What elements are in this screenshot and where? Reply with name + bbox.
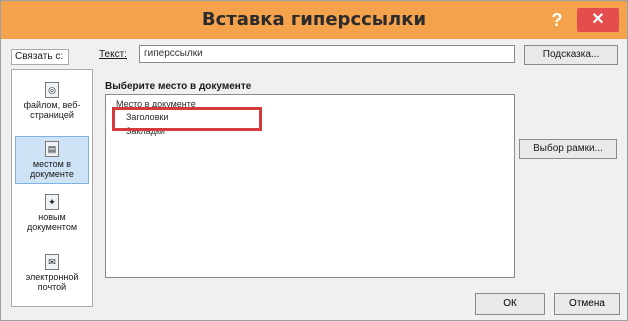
email-icon: ✉ [45, 254, 59, 270]
display-text-input[interactable]: гиперссылки [139, 45, 515, 63]
close-icon[interactable]: ✕ [577, 8, 619, 32]
insert-hyperlink-dialog: Вставка гиперссылки ? ✕ Связать с: Текст… [0, 0, 628, 321]
dialog-title: Вставка гиперссылки [201, 9, 427, 30]
sidebar-item-email[interactable]: ✉ электронной почтой [15, 254, 89, 292]
sidebar-item-label: документом [26, 222, 78, 232]
document-place-icon: ▤ [45, 141, 59, 157]
sidebar-item-label: местом в [32, 159, 72, 169]
highlight-annotation-box [112, 107, 262, 131]
question-mark-icon[interactable]: ? [543, 7, 571, 33]
place-in-document-label: Выберите место в документе [105, 81, 252, 92]
sidebar-item-new-document[interactable]: ✦ новым документом [15, 194, 89, 232]
text-label: Текст: [99, 49, 127, 60]
ok-button[interactable]: ОК [475, 293, 545, 315]
link-to-sidebar: ◎ файлом, веб- страницей ▤ местом в доку… [11, 69, 93, 307]
sidebar-item-label: почтой [37, 282, 67, 292]
screen-tip-button[interactable]: Подсказка... [524, 45, 618, 65]
link-to-label: Связать с: [11, 49, 69, 65]
sidebar-item-place-in-document[interactable]: ▤ местом в документе [15, 136, 89, 184]
sidebar-item-label: новым [38, 212, 66, 222]
sidebar-item-label: документе [30, 169, 74, 179]
sidebar-item-label: электронной [25, 272, 79, 282]
sidebar-item-label: файлом, веб- [23, 100, 81, 110]
sidebar-item-label: страницей [30, 110, 74, 120]
title-bar: Вставка гиперссылки ? ✕ [1, 1, 627, 39]
cancel-button[interactable]: Отмена [554, 293, 620, 315]
globe-file-icon: ◎ [45, 82, 59, 98]
target-frame-button[interactable]: Выбор рамки... [519, 139, 617, 159]
new-document-icon: ✦ [45, 194, 59, 210]
sidebar-item-file-web-page[interactable]: ◎ файлом, веб- страницей [15, 82, 89, 120]
